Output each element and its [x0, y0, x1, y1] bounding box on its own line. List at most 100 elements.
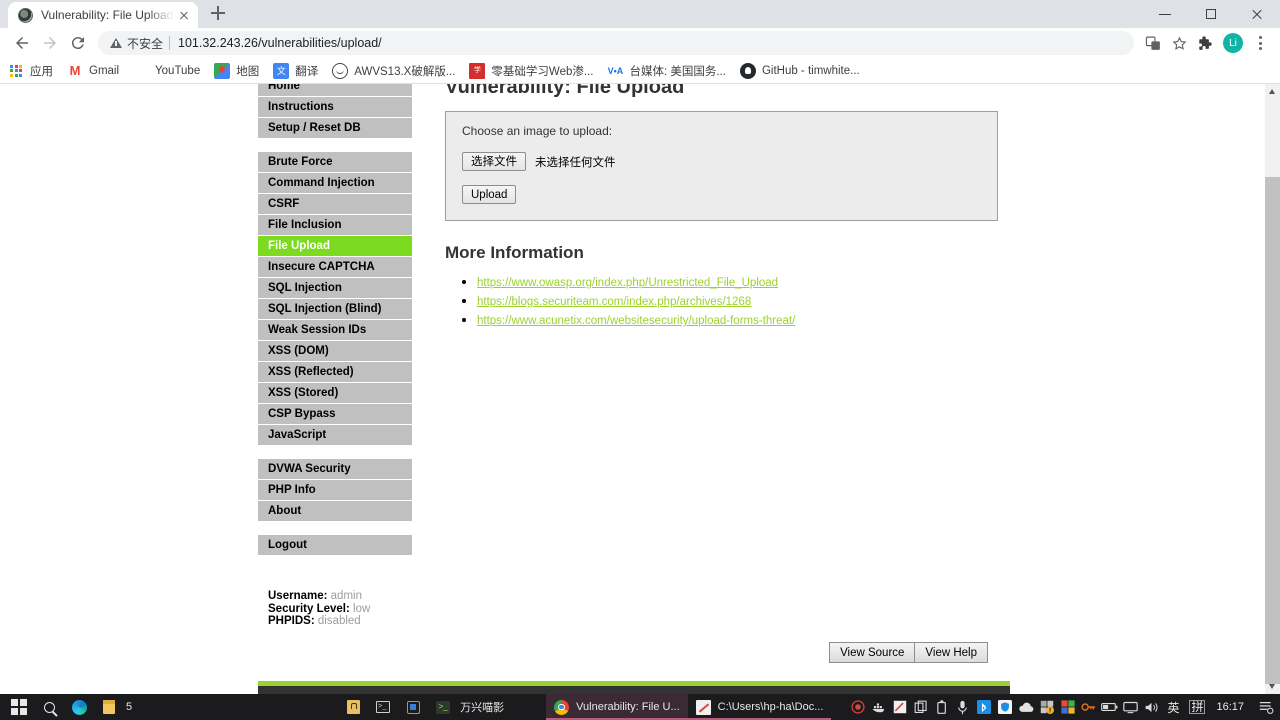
microphone-icon[interactable] [952, 694, 973, 720]
back-icon[interactable] [8, 29, 36, 57]
taskbar-window-chrome[interactable]: Vulnerability: File U... [546, 694, 688, 720]
bookmark-github[interactable]: GitHub - timwhite... [739, 62, 860, 79]
notification-icon[interactable] [1254, 694, 1278, 720]
scroll-up-icon[interactable] [1265, 84, 1280, 99]
new-tab-button[interactable] [204, 0, 232, 27]
sidebar-item-sql-injection[interactable]: SQL Injection [258, 278, 413, 298]
gmail-icon: M [69, 62, 81, 78]
sidebar-item-logout[interactable]: Logout [258, 535, 413, 555]
sidebar-item-file-upload[interactable]: File Upload [258, 236, 413, 256]
ime-language-indicator[interactable]: 英 [1162, 694, 1184, 720]
ime-mode-indicator[interactable]: 拼 [1184, 694, 1210, 720]
maximize-icon[interactable] [1188, 0, 1234, 28]
sidebar-item-csp-bypass[interactable]: CSP Bypass [258, 404, 413, 424]
url-text: 101.32.243.26/vulnerabilities/upload/ [178, 36, 382, 50]
bookmark-star-icon[interactable] [1166, 30, 1192, 56]
bookmark-maps[interactable]: 地图 [214, 62, 259, 79]
nav-divider [258, 522, 413, 535]
edge-icon[interactable] [64, 694, 94, 720]
upload-button[interactable]: Upload [462, 185, 517, 204]
colorful-app-icon[interactable] [1057, 694, 1078, 720]
bookmark-label: 零基础学习Web渗... [491, 65, 594, 78]
taskbar-clock[interactable]: 16:17 [1216, 701, 1244, 713]
vertical-scrollbar[interactable] [1265, 84, 1280, 694]
browser-tab[interactable]: Vulnerability: File Upload :: Da [8, 2, 198, 28]
folder-icon[interactable] [94, 694, 124, 720]
chrome-menu-icon[interactable] [1248, 30, 1272, 56]
close-icon[interactable] [1234, 0, 1280, 28]
reload-icon[interactable] [64, 29, 92, 57]
address-bar[interactable]: 不安全 101.32.243.26/vulnerabilities/upload… [98, 31, 1134, 55]
bookmark-gmail[interactable]: M Gmail [67, 63, 119, 79]
sidebar-item-insecure-captcha[interactable]: Insecure CAPTCHA [258, 257, 413, 277]
bookmark-translate[interactable]: 文 翻译 [273, 62, 318, 79]
bookmark-apps[interactable]: 应用 [8, 63, 53, 79]
bookmark-voa[interactable]: V•A 台媒体: 美国国务... [607, 63, 726, 79]
notepad-tray-icon[interactable] [889, 694, 910, 720]
sidebar-item-weak-session-ids[interactable]: Weak Session IDs [258, 320, 413, 340]
bookmark-youtube[interactable]: YouTube [133, 63, 200, 79]
choose-file-button[interactable]: 选择文件 [462, 152, 526, 171]
sidebar-item-xss-stored[interactable]: XSS (Stored) [258, 383, 413, 403]
cloud-icon[interactable] [1015, 694, 1036, 720]
profile-avatar[interactable]: Li [1223, 33, 1243, 53]
username-label: Username: [268, 590, 328, 602]
vmware-icon[interactable] [398, 694, 428, 720]
shield-icon[interactable] [994, 694, 1015, 720]
info-link[interactable]: https://blogs.securiteam.com/index.php/a… [477, 296, 751, 308]
nav-group-settings: DVWA Security PHP Info About [258, 459, 413, 521]
browser-window: Vulnerability: File Upload :: Da 不安全 101… [0, 0, 1280, 694]
docker-icon[interactable] [868, 694, 889, 720]
view-source-button[interactable]: View Source [829, 642, 916, 663]
usb-icon[interactable] [931, 694, 952, 720]
nav-divider [258, 446, 413, 459]
sidebar-item-sql-injection-blind[interactable]: SQL Injection (Blind) [258, 299, 413, 319]
sidebar-item-home[interactable]: Home [258, 84, 413, 96]
sidebar-item-about[interactable]: About [258, 501, 413, 521]
windows-start-icon[interactable] [4, 694, 34, 720]
sidebar-item-file-inclusion[interactable]: File Inclusion [258, 215, 413, 235]
terminal-icon[interactable]: >_ [368, 694, 398, 720]
microsoft-store-icon[interactable] [338, 694, 368, 720]
wanxing-miaoying-icon[interactable]: >_ [428, 694, 458, 720]
google-maps-icon [214, 62, 231, 79]
bluetooth-icon[interactable] [973, 694, 994, 720]
sidebar-item-xss-dom[interactable]: XSS (DOM) [258, 341, 413, 361]
sidebar-item-setup-reset-db[interactable]: Setup / Reset DB [258, 118, 413, 138]
sidebar-item-javascript[interactable]: JavaScript [258, 425, 413, 445]
key-icon[interactable] [1078, 694, 1099, 720]
security-warning-icon[interactable] [1036, 694, 1057, 720]
bookmarks-bar: 应用 M Gmail YouTube 地图 文 翻译 AWVS13.X破解版..… [0, 58, 1280, 84]
nav-divider [258, 139, 413, 152]
sidebar-item-brute-force[interactable]: Brute Force [258, 152, 413, 172]
volume-icon[interactable] [1141, 694, 1162, 720]
forward-icon[interactable] [36, 29, 64, 57]
battery-icon[interactable] [1099, 694, 1120, 720]
record-icon[interactable] [847, 694, 868, 720]
info-link[interactable]: https://www.acunetix.com/websitesecurity… [477, 315, 795, 327]
close-tab-icon[interactable] [176, 7, 192, 23]
copy-icon[interactable] [910, 694, 931, 720]
info-link[interactable]: https://www.owasp.org/index.php/Unrestri… [477, 277, 778, 289]
minimize-icon[interactable] [1142, 0, 1188, 28]
bookmark-web-learning[interactable]: 学 零基础学习Web渗... [469, 62, 594, 79]
extensions-icon[interactable] [1192, 30, 1218, 56]
sidebar-item-csrf[interactable]: CSRF [258, 194, 413, 214]
sidebar-item-dvwa-security[interactable]: DVWA Security [258, 459, 413, 479]
scroll-down-icon[interactable] [1265, 679, 1280, 694]
search-icon[interactable] [34, 694, 64, 720]
taskbar-window-notepad[interactable]: C:\Users\hp-ha\Doc... [687, 694, 832, 720]
taskbar-left: 5 >_ >_ 万兴喵影 Vulnerability: File U... C:… [0, 694, 832, 720]
sidebar-item-php-info[interactable]: PHP Info [258, 480, 413, 500]
view-help-button[interactable]: View Help [915, 642, 988, 663]
list-item: https://www.acunetix.com/websitesecurity… [477, 311, 998, 329]
sidebar-item-command-injection[interactable]: Command Injection [258, 173, 413, 193]
phpids-row: PHPIDS: disabled [268, 615, 413, 628]
translate-icon[interactable] [1140, 30, 1166, 56]
sidebar-item-instructions[interactable]: Instructions [258, 97, 413, 117]
display-icon[interactable] [1120, 694, 1141, 720]
bookmark-awvs[interactable]: AWVS13.X破解版... [332, 62, 455, 79]
scrollbar-thumb[interactable] [1265, 177, 1280, 684]
sidebar-item-xss-reflected[interactable]: XSS (Reflected) [258, 362, 413, 382]
file-input-row[interactable]: 选择文件 未选择任何文件 [462, 152, 981, 171]
